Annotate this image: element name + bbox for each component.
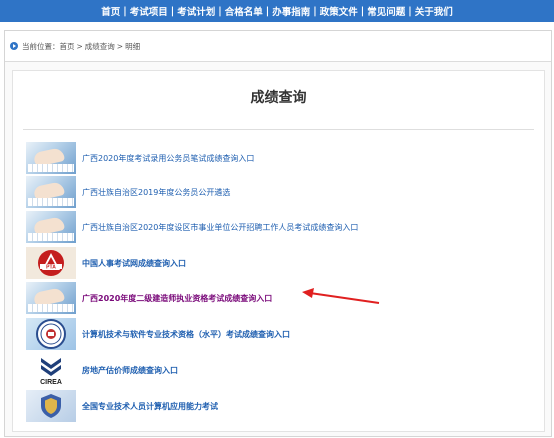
breadcrumb: 当前位置： 首页 > 成绩查询 > 明细 [5,31,551,62]
nav-separator: | [360,5,365,17]
content-page: 当前位置： 首页 > 成绩查询 > 明细 成绩查询 广西2020年度考试录用公务… [4,30,552,437]
breadcrumb-score-query[interactable]: 成绩查询 [85,41,115,52]
breadcrumb-separator: > [116,41,124,51]
nav-separator: | [218,5,222,17]
nav-item-exam-projects[interactable]: 考试项目 [130,4,168,18]
breadcrumb-home[interactable]: 首页 [60,41,75,52]
nav-item-faq[interactable]: 常见问题 [367,4,405,18]
nav-item-qualified-list[interactable]: 合格名单 [225,4,263,18]
top-navigation: 首页 | 考试项目 | 考试计划 | 合格名单 | 办事指南 | 政策文件 | … [0,0,554,22]
nav-item-guide[interactable]: 办事指南 [272,4,310,18]
nav-separator: | [123,5,127,17]
breadcrumb-separator: > [76,41,83,51]
nav-item-exam-plan[interactable]: 考试计划 [177,4,215,18]
red-arrow-annotation [302,288,380,304]
nav-separator: | [265,5,270,17]
score-query-card: 成绩查询 广西2020年度考试录用公务员笔试成绩查询入口 广西壮族自治区2019… [12,70,545,432]
nav-separator: | [313,5,317,17]
breadcrumb-detail: 明细 [125,41,141,51]
nav-separator: | [170,5,175,17]
location-icon [10,42,18,50]
nav-item-policy[interactable]: 政策文件 [320,4,358,18]
nav-item-home[interactable]: 首页 [101,4,120,18]
nav-separator: | [408,5,412,17]
breadcrumb-label: 当前位置： [22,41,60,51]
nav-item-about[interactable]: 关于我们 [415,4,453,18]
